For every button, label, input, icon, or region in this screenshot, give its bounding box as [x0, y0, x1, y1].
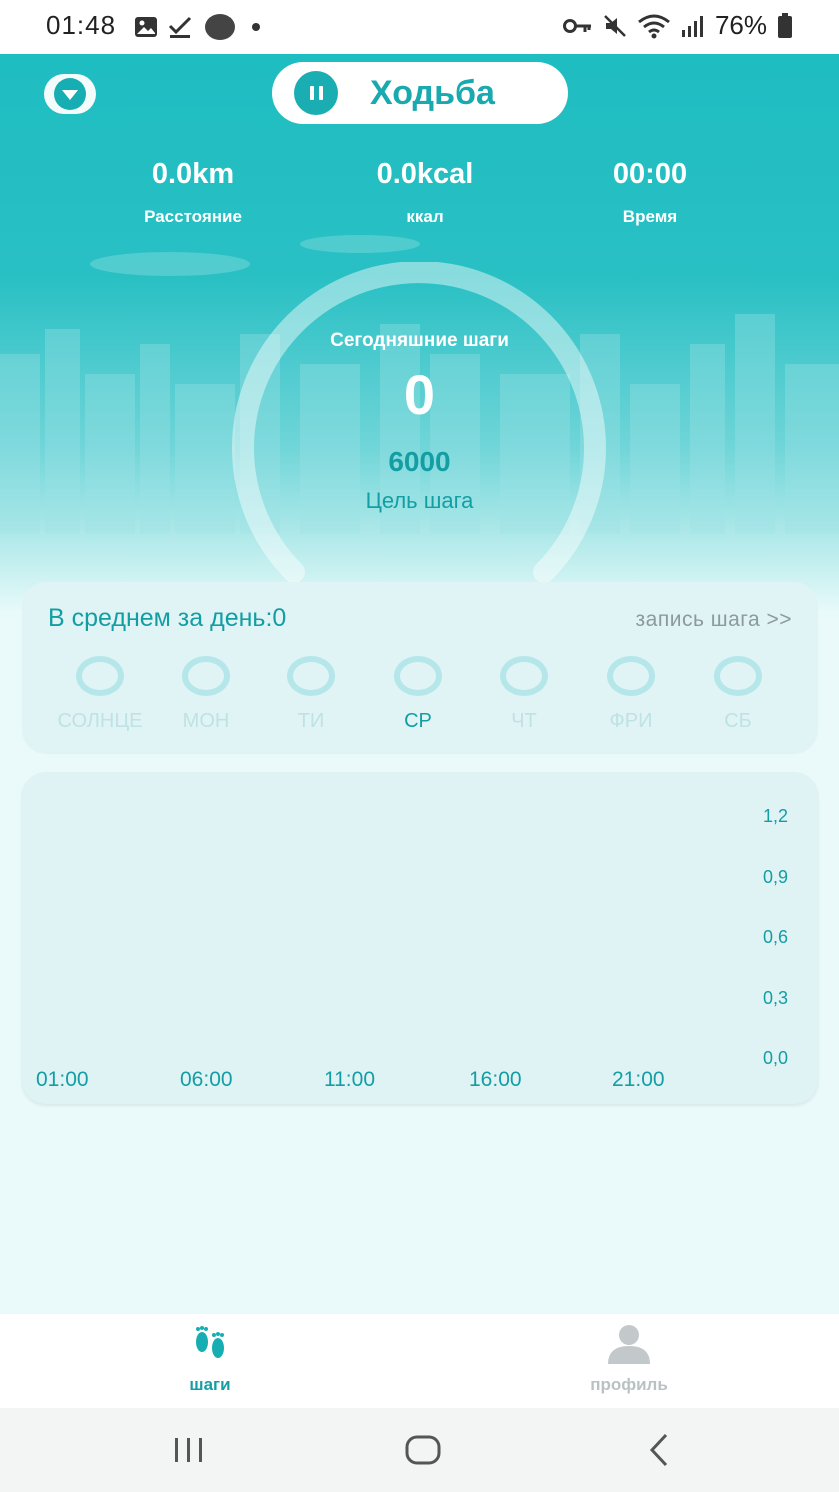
time-label: Время	[622, 207, 678, 226]
day-ring-icon	[394, 656, 442, 696]
step-goal-value[interactable]: 6000	[0, 446, 839, 478]
day-sun[interactable]: СОЛНЦЕ	[40, 656, 160, 733]
day-ring-icon	[500, 656, 548, 696]
day-ring-icon	[287, 656, 335, 696]
day-tue[interactable]: ТИ	[251, 656, 371, 733]
notification-icons	[134, 13, 266, 41]
nav-profile[interactable]: профиль	[549, 1324, 709, 1395]
check-icon	[168, 16, 192, 38]
battery-icon	[778, 12, 792, 38]
distance-label: Расстояние	[144, 207, 242, 226]
day-fri[interactable]: ФРИ	[571, 656, 691, 733]
y-tick-label: 0,3	[762, 988, 788, 1008]
day-ring-icon	[182, 656, 230, 696]
weekly-summary-card: В среднем за день:0 запись шага >> СОЛНЦ…	[22, 582, 818, 754]
day-ring-icon	[607, 656, 655, 696]
y-tick-label: 0,0	[762, 1048, 788, 1068]
signal-icon	[681, 15, 703, 37]
dot-icon	[252, 23, 260, 31]
day-label: ТИ	[297, 710, 325, 732]
day-sat[interactable]: СБ	[678, 656, 798, 733]
y-tick-label: 1,2	[762, 806, 788, 826]
battery-percent: 76%	[714, 10, 767, 40]
recent-apps-icon[interactable]	[172, 1436, 206, 1464]
header-panel: Ходьба 0.0km Расстояние 0.0kcal ккал 00:…	[0, 54, 839, 614]
status-right: 76%	[562, 10, 793, 41]
stat-time: 00:00 Время	[550, 158, 750, 227]
today-steps-value: 0	[403, 363, 436, 426]
x-tick-label: 16:00	[469, 1068, 522, 1091]
circle-icon	[205, 14, 235, 40]
x-tick-label: 21:00	[612, 1068, 665, 1091]
day-thu[interactable]: ЧТ	[464, 656, 584, 733]
day-ring-icon	[76, 656, 124, 696]
nav-profile-label: профиль	[590, 1375, 668, 1394]
y-tick-label: 0,6	[762, 927, 788, 947]
collapse-button[interactable]	[44, 74, 96, 114]
calories-value: 0.0kcal	[376, 158, 474, 190]
day-label: СБ	[724, 710, 752, 732]
home-icon[interactable]	[405, 1434, 441, 1466]
time-value: 00:00	[612, 158, 688, 190]
distance-value: 0.0km	[151, 158, 235, 190]
day-wed[interactable]: СР	[358, 656, 478, 733]
walking-mode-pill[interactable]: Ходьба	[272, 62, 568, 124]
day-label: ФРИ	[609, 710, 653, 732]
nav-steps[interactable]: шаги	[130, 1324, 290, 1395]
day-ring-icon	[714, 656, 762, 696]
today-steps-label: Сегодняшние шаги	[330, 330, 509, 351]
day-label: МОН	[182, 710, 230, 732]
x-tick-label: 01:00	[36, 1068, 89, 1091]
chevron-down-icon	[54, 78, 86, 110]
step-goal-label: Цель шага	[365, 488, 474, 513]
mute-icon	[604, 14, 626, 37]
day-mon[interactable]: МОН	[146, 656, 266, 733]
x-tick-label: 11:00	[324, 1068, 375, 1091]
wifi-icon	[638, 14, 670, 38]
status-bar: 01:48 76%	[0, 0, 839, 54]
y-tick-label: 0,9	[762, 867, 788, 887]
nav-steps-label: шаги	[189, 1375, 231, 1394]
daily-average: В среднем за день:0	[48, 604, 287, 632]
steps-progress-ring	[232, 262, 606, 583]
footprints-icon	[196, 1326, 224, 1358]
image-icon	[135, 17, 157, 37]
mode-label: Ходьба	[370, 73, 495, 112]
person-icon	[608, 1325, 650, 1364]
system-navigation-bar	[0, 1408, 839, 1492]
calories-label: ккал	[406, 207, 444, 226]
step-record-link[interactable]: запись шага >>	[636, 608, 792, 632]
stat-distance: 0.0km Расстояние	[93, 158, 293, 227]
status-time: 01:48	[46, 10, 117, 40]
hourly-steps-chart: 1,2 0,9 0,6 0,3 0,0 01:00 06:00 11:00 16…	[22, 772, 818, 1104]
day-label: СОЛНЦЕ	[57, 710, 143, 732]
day-label: СР	[404, 710, 432, 732]
day-label: ЧТ	[511, 710, 537, 732]
bottom-navigation: шаги профиль	[0, 1314, 839, 1408]
key-icon	[562, 18, 591, 33]
back-icon[interactable]	[646, 1432, 672, 1468]
stat-calories: 0.0kcal ккал	[325, 158, 525, 227]
x-tick-label: 06:00	[180, 1068, 233, 1091]
pause-icon[interactable]	[294, 71, 338, 115]
